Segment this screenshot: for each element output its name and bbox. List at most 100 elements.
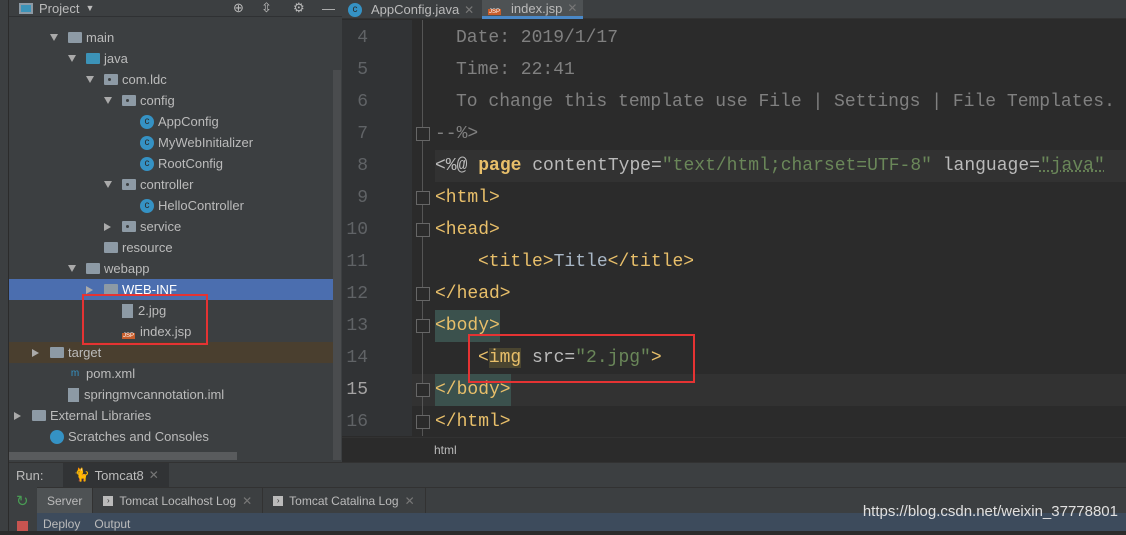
close-icon[interactable]: ✕ (464, 3, 474, 17)
line-number: 8 (342, 150, 368, 182)
tab-output[interactable]: Output (94, 513, 130, 531)
editor-tabs: c AppConfig.java ✕ index.jsp ✕ (342, 0, 1126, 19)
tab-label: AppConfig.java (371, 2, 459, 17)
tree-item-label: target (68, 345, 101, 360)
tab-localhost-log[interactable]: › Tomcat Localhost Log ✕ (93, 488, 263, 514)
highlight-box-img (468, 334, 695, 383)
locate-icon[interactable]: ⊕ (233, 0, 244, 16)
left-tool-strip (0, 0, 9, 531)
tree-item-label: MyWebInitializer (158, 135, 253, 150)
close-icon[interactable]: ✕ (149, 468, 159, 482)
class-icon: c (140, 115, 154, 129)
tree-item-label: main (86, 30, 114, 45)
tree-item[interactable]: com.ldc (9, 69, 333, 90)
expanded-arrow-icon[interactable] (104, 181, 112, 188)
run-config-label: Tomcat8 (95, 468, 144, 483)
library-icon (32, 410, 46, 421)
fold-marker-icon[interactable] (416, 383, 430, 397)
expanded-arrow-icon[interactable] (68, 55, 76, 62)
tree-item[interactable]: c HelloController (9, 195, 333, 216)
class-icon: c (348, 3, 362, 17)
expanded-arrow-icon[interactable] (50, 34, 58, 41)
tree-item[interactable]: c AppConfig (9, 111, 333, 132)
close-icon[interactable]: ✕ (242, 494, 252, 508)
tree-item[interactable]: External Libraries (9, 405, 333, 426)
folder-icon (50, 347, 64, 358)
package-icon (122, 179, 136, 190)
run-tools: ↻ (9, 487, 37, 531)
tree-item-label: java (104, 51, 128, 66)
rerun-icon[interactable]: ↻ (16, 492, 29, 510)
breadcrumb[interactable]: html (342, 437, 1126, 462)
tree-item[interactable]: webapp (9, 258, 333, 279)
tree-item-label: controller (140, 177, 193, 192)
line-number: 16 (342, 406, 368, 438)
package-icon (122, 95, 136, 106)
tree-item[interactable]: c MyWebInitializer (9, 132, 333, 153)
tree-item-label: AppConfig (158, 114, 219, 129)
folder-icon (104, 242, 118, 253)
tree-item[interactable]: config (9, 90, 333, 111)
tree-item[interactable]: controller (9, 174, 333, 195)
watermark: https://blog.csdn.net/weixin_37778801 (863, 503, 1118, 520)
collapsed-arrow-icon[interactable] (32, 349, 39, 357)
line-number: 9 (342, 182, 368, 214)
tab-index-jsp[interactable]: index.jsp ✕ (482, 0, 583, 19)
expanded-arrow-icon[interactable] (68, 265, 76, 272)
log-icon: › (273, 496, 283, 506)
project-view-icon (19, 3, 33, 14)
stop-icon[interactable] (17, 521, 28, 531)
tab-catalina-log[interactable]: › Tomcat Catalina Log ✕ (263, 488, 425, 514)
tomcat-icon: 🐈 (73, 467, 89, 483)
collapsed-arrow-icon[interactable] (14, 412, 21, 420)
code-line-7: --%> (435, 118, 478, 150)
collapse-all-icon[interactable]: ⇳ (261, 0, 272, 16)
line-number: 13 (342, 310, 368, 342)
tree-item[interactable]: target (9, 342, 333, 363)
vertical-scrollbar[interactable] (333, 70, 341, 460)
code-line-6: To change this template use File | Setti… (456, 86, 1115, 118)
chevron-down-icon[interactable]: ▼ (85, 3, 94, 13)
tree-item-label: pom.xml (86, 366, 135, 381)
fold-marker-icon[interactable] (416, 223, 430, 237)
tab-deploy[interactable]: Deploy (43, 513, 80, 531)
fold-marker-icon[interactable] (416, 287, 430, 301)
tree-item[interactable]: resource (9, 237, 333, 258)
tab-appconfig[interactable]: c AppConfig.java ✕ (342, 0, 480, 19)
tab-server[interactable]: Server (37, 488, 93, 514)
tree-item[interactable]: springmvcannotation.iml (9, 384, 333, 405)
tab-label: index.jsp (511, 1, 562, 16)
close-icon[interactable]: ✕ (567, 1, 577, 15)
project-view-selector[interactable]: Project (39, 1, 79, 16)
fold-marker-icon[interactable] (416, 415, 430, 429)
fold-marker-icon[interactable] (416, 127, 430, 141)
line-number: 15 (342, 374, 368, 406)
tree-item[interactable]: main (9, 27, 333, 48)
tab-tomcat8[interactable]: 🐈 Tomcat8 ✕ (63, 463, 168, 488)
fold-marker-icon[interactable] (416, 319, 430, 333)
code-line-5: Time: 22:41 (456, 54, 575, 86)
gear-icon[interactable]: ⚙ (293, 0, 305, 16)
tree-item[interactable]: service (9, 216, 333, 237)
folder-icon (68, 32, 82, 43)
close-icon[interactable]: ✕ (405, 494, 415, 508)
horizontal-scrollbar[interactable] (9, 452, 237, 460)
tree-item[interactable]: m pom.xml (9, 363, 333, 384)
collapsed-arrow-icon[interactable] (104, 223, 111, 231)
scratch-icon (50, 430, 64, 444)
tree-item[interactable]: c RootConfig (9, 153, 333, 174)
tree-item-label: service (140, 219, 181, 234)
class-icon: c (140, 157, 154, 171)
fold-marker-icon[interactable] (416, 191, 430, 205)
tree-item-label: config (140, 93, 175, 108)
expanded-arrow-icon[interactable] (104, 97, 112, 104)
code-line-9: <html> (435, 182, 500, 214)
line-number: 14 (342, 342, 368, 374)
hide-icon[interactable]: — (322, 1, 335, 16)
collapsed-arrow-icon[interactable] (86, 286, 93, 294)
tree-item[interactable]: java (9, 48, 333, 69)
expanded-arrow-icon[interactable] (86, 76, 94, 83)
tree-item-label: resource (122, 240, 173, 255)
tree-item[interactable]: Scratches and Consoles (9, 426, 333, 447)
code-line-8: <%@ page contentType="text/html;charset=… (435, 150, 1126, 182)
